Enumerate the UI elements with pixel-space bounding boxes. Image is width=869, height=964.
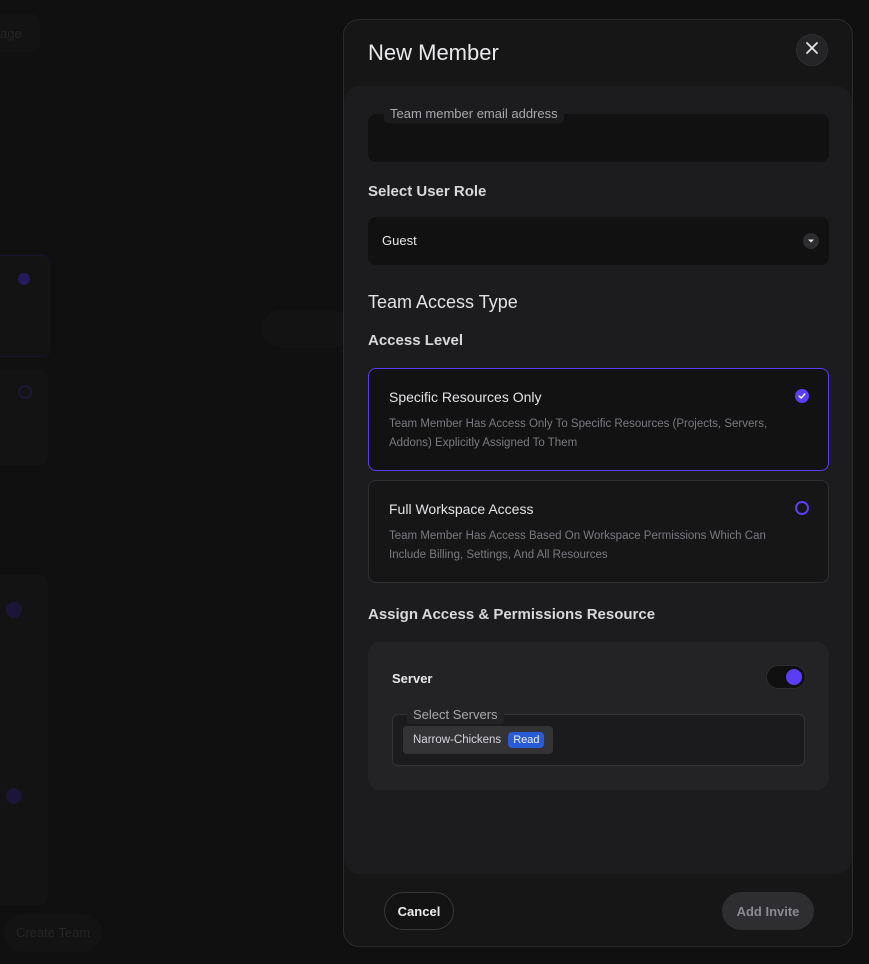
server-resource-card: Server Select Servers Narrow-Chickens Re… [368, 642, 829, 790]
option-title: Full Workspace Access [389, 501, 534, 517]
email-field[interactable]: Team member email address [368, 105, 829, 162]
cancel-button[interactable]: Cancel [384, 892, 454, 930]
permission-badge: Read [508, 732, 545, 748]
modal-body: Team member email address Select User Ro… [344, 86, 852, 874]
chevron-down-icon [803, 233, 819, 249]
option-title: Specific Resources Only [389, 389, 542, 405]
new-member-modal: New Member Team member email address Sel… [343, 19, 853, 947]
server-chip[interactable]: Narrow-Chickens Read [403, 726, 554, 754]
close-icon [806, 41, 818, 59]
select-servers-label: Select Servers [407, 706, 504, 724]
server-label: Server [392, 671, 433, 686]
access-type-heading: Team Access Type [368, 292, 518, 312]
access-level-label: Access Level [368, 332, 464, 349]
option-description: Team Member Has Access Only To Specific … [389, 418, 768, 449]
toggle-knob [786, 669, 802, 685]
email-field-label: Team member email address [384, 105, 564, 123]
add-invite-button[interactable]: Add Invite [722, 892, 814, 930]
role-select[interactable]: Guest [368, 217, 829, 265]
close-button[interactable] [796, 34, 828, 66]
option-full-workspace[interactable]: Full Workspace Access Team Member Has Ac… [368, 480, 829, 583]
radio-checked-icon[interactable] [795, 389, 809, 403]
radio-empty-icon[interactable] [795, 501, 809, 515]
chip-server-name: Narrow-Chickens [413, 734, 502, 746]
role-select-value: Guest [382, 233, 417, 248]
option-description: Team Member Has Access Based On Workspac… [389, 530, 766, 561]
option-specific-resources[interactable]: Specific Resources Only Team Member Has … [368, 368, 829, 471]
server-toggle[interactable] [766, 665, 806, 689]
role-label: Select User Role [368, 183, 487, 200]
assign-heading: Assign Access & Permissions Resource [368, 606, 656, 623]
select-servers-field[interactable]: Select Servers Narrow-Chickens Read [392, 706, 805, 766]
modal-title: New Member [368, 40, 499, 65]
